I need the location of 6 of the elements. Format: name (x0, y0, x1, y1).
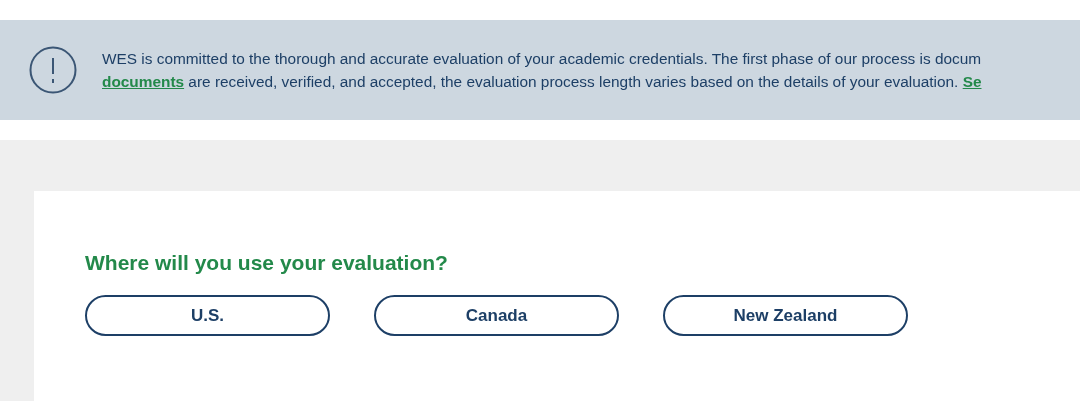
alert-icon (29, 46, 77, 94)
notice-text: WES is committed to the thorough and accurate evaluation of your academic credentials. The first phase of our process is docum documents are received, verified, and accepted, the evaluation process length varies based on the details of your evaluation. Se (102, 49, 982, 92)
question-title: Where will you use your evaluation? (85, 251, 448, 275)
country-button[interactable]: New Zealand (663, 295, 908, 336)
country-button[interactable]: Canada (374, 295, 619, 336)
country-button[interactable]: U.S. (85, 295, 330, 336)
